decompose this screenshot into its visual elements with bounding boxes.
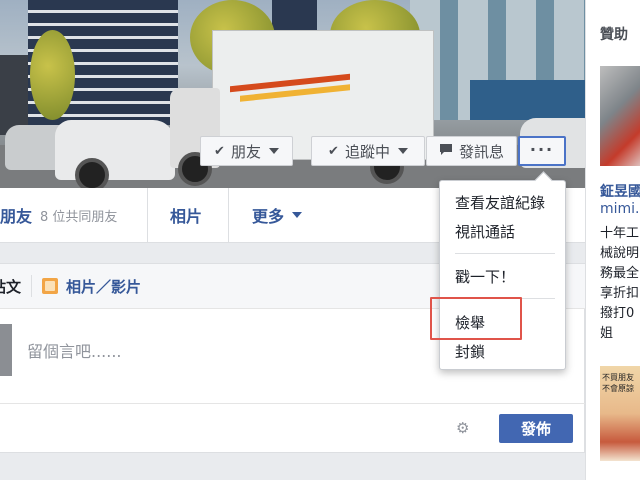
more-options-menu: 查看友誼紀錄 視訊通話 戳一下！ 檢舉 封鎖 [439,171,566,370]
ellipsis-icon: ··· [529,139,555,159]
menu-item-friendship[interactable]: 查看友誼紀錄 [455,192,545,213]
ad-image-caption-line: 不會原諒 [602,384,634,393]
message-button[interactable]: 發訊息 [426,136,517,166]
check-icon: ✔ [214,143,225,159]
sponsored-title: 贊助 [600,27,628,43]
nav-more-label: 更多 [252,207,285,226]
right-sidebar: 贊助 鉦昱國 mimi.i 十年工 械說明 務最全 享折扣 撥打0 姐 不買朋友… [585,0,640,480]
ad-image[interactable] [600,66,640,166]
composer-footer: ⚙ 發佈 [0,403,585,454]
avatar [0,324,12,376]
nav-divider [147,188,148,242]
ad-image-caption: 不買朋友 不會原諒 [602,372,634,394]
following-button[interactable]: ✔ 追蹤中 [311,136,425,166]
menu-item-block[interactable]: 封鎖 [455,341,485,362]
ad-text-line: 享折扣 [600,286,640,301]
tab-photo-video[interactable]: 相片／影片 [42,276,141,297]
photo-icon [42,278,59,294]
tab-post[interactable]: 貼文 [0,276,21,297]
mutual-friends-count: 8 位共同朋友 [40,209,118,225]
ad-url-link[interactable]: mimi.i [600,201,640,217]
ad-text-line: 姐 [600,326,614,341]
chevron-down-icon [292,212,303,218]
message-button-label: 發訊息 [458,142,504,161]
chevron-down-icon [397,148,408,154]
tab-divider [31,275,33,297]
nav-photos[interactable]: 相片 [170,188,202,242]
more-options-button[interactable]: ··· [518,136,566,166]
nav-friends[interactable]: 朋友 8 位共同朋友 [0,188,117,242]
cover-wheel [75,158,109,188]
friends-button-label: 朋友 [230,142,261,161]
ad-text-line: 務最全 [600,266,640,281]
nav-more[interactable]: 更多 [252,188,303,242]
chevron-down-icon [268,148,279,154]
cover-tree [30,30,75,120]
report-highlight-box [430,297,522,340]
nav-divider [228,188,229,242]
cover-car [55,120,175,180]
cover-building [470,80,585,120]
ad-text-line: 十年工 [600,226,640,241]
publish-button[interactable]: 發佈 [499,414,573,443]
friends-button[interactable]: ✔ 朋友 [200,136,293,166]
following-button-label: 追蹤中 [344,142,390,161]
nav-photos-label: 相片 [170,207,203,226]
tab-photo-video-label: 相片／影片 [66,277,142,296]
gear-icon[interactable]: ⚙ [456,419,469,437]
cover-building [272,0,317,34]
ad-image-caption-line: 不買朋友 [602,373,634,382]
menu-item-video-call[interactable]: 視訊通話 [455,221,515,242]
ad-text-line: 械說明 [600,246,640,261]
composer-input[interactable]: 留個言吧...... [27,338,122,362]
check-icon: ✔ [328,143,339,159]
ad-text-line: 撥打0 [600,306,635,321]
menu-item-poke[interactable]: 戳一下！ [455,266,515,287]
ad-name-link[interactable]: 鉦昱國 [600,181,640,201]
message-icon [439,143,453,160]
nav-friends-label: 朋友 [0,207,33,226]
menu-divider [455,253,555,254]
